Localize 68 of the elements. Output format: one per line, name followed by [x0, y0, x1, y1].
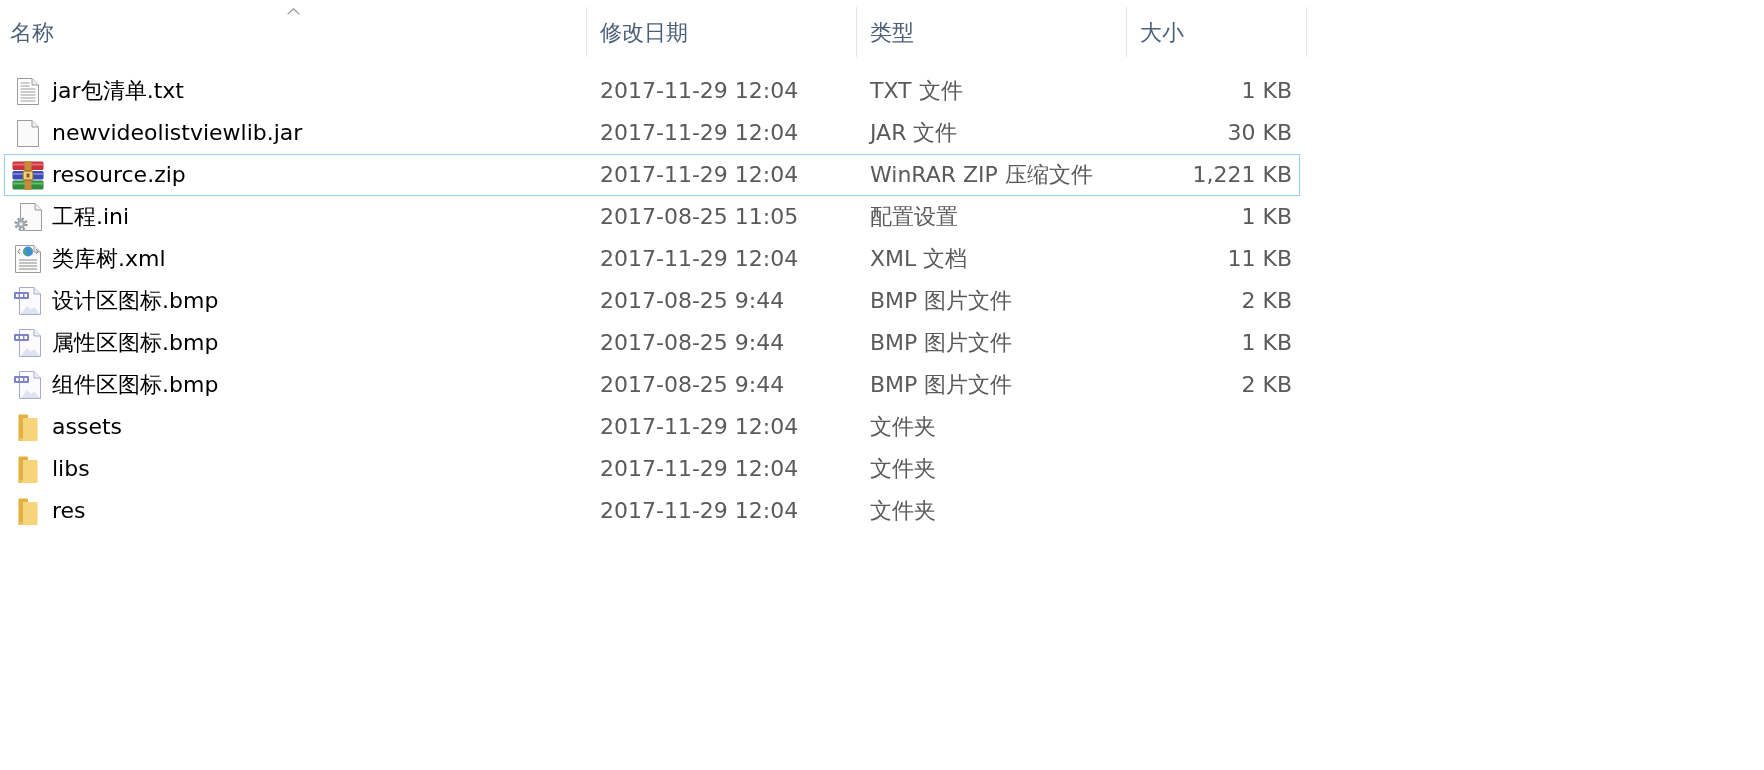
file-size: 30 KB: [1227, 120, 1292, 145]
file-size: 1,221 KB: [1192, 162, 1292, 187]
text-file-icon: [17, 77, 39, 105]
modified-date: 2017-08-25 9:44: [600, 330, 785, 355]
file-type: BMP 图片文件: [870, 330, 1013, 355]
file-type: 文件夹: [870, 414, 936, 439]
file-type: WinRAR ZIP 压缩文件: [870, 162, 1093, 187]
column-header[interactable]: 名称: [0, 7, 587, 57]
file-size: 2 KB: [1241, 288, 1292, 313]
column-header[interactable]: 大小: [1127, 7, 1307, 57]
sort-caret-icon: [286, 8, 300, 15]
column-header[interactable]: 类型: [857, 7, 1127, 57]
file-name: 类库树.xml: [52, 245, 166, 273]
file-name: 属性区图标.bmp: [52, 329, 219, 357]
file-size: 11 KB: [1227, 246, 1292, 271]
modified-date: 2017-08-25 9:44: [600, 288, 785, 313]
folder-icon: [18, 497, 38, 525]
file-type: XML 文档: [870, 246, 968, 271]
modified-date: 2017-11-29 12:04: [600, 246, 799, 271]
image-file-icon: [14, 371, 42, 399]
file-name: 设计区图标.bmp: [52, 287, 219, 315]
globe-file-icon: [15, 245, 41, 273]
file-row[interactable]: 组件区图标.bmp 2017-08-25 9:44 BMP 图片文件 2 KB: [4, 364, 1300, 406]
file-name: jar包清单.txt: [52, 77, 184, 105]
modified-date: 2017-11-29 12:04: [600, 456, 799, 481]
modified-date: 2017-08-25 11:05: [600, 204, 799, 229]
file-row[interactable]: libs 2017-11-29 12:04 文件夹: [4, 448, 1300, 490]
file-type: TXT 文件: [870, 78, 963, 103]
file-row[interactable]: 属性区图标.bmp 2017-08-25 9:44 BMP 图片文件 1 KB: [4, 322, 1300, 364]
modified-date: 2017-11-29 12:04: [600, 498, 799, 523]
file-type: 文件夹: [870, 498, 936, 523]
file-name: 组件区图标.bmp: [52, 371, 219, 399]
file-size: 1 KB: [1241, 78, 1292, 103]
file-size: 2 KB: [1241, 372, 1292, 397]
file-size: 1 KB: [1241, 204, 1292, 229]
gear-file-icon: [14, 203, 42, 231]
file-row[interactable]: res 2017-11-29 12:04 文件夹: [4, 490, 1300, 532]
file-type: 配置设置: [870, 204, 958, 229]
image-file-icon: [14, 329, 42, 357]
folder-icon: [18, 413, 38, 441]
file-name: resource.zip: [52, 161, 186, 189]
file-name: newvideolistviewlib.jar: [52, 119, 303, 147]
image-file-icon: [14, 287, 42, 315]
folder-icon: [18, 455, 38, 483]
file-name: res: [52, 497, 86, 525]
file-type: BMP 图片文件: [870, 372, 1013, 397]
file-size: 1 KB: [1241, 330, 1292, 355]
blank-file-icon: [17, 119, 39, 147]
modified-date: 2017-11-29 12:04: [600, 78, 799, 103]
file-name: libs: [52, 455, 90, 483]
modified-date: 2017-11-29 12:04: [600, 120, 799, 145]
file-row[interactable]: assets 2017-11-29 12:04 文件夹: [4, 406, 1300, 448]
modified-date: 2017-11-29 12:04: [600, 162, 799, 187]
file-name: 工程.ini: [52, 203, 130, 231]
file-type: BMP 图片文件: [870, 288, 1013, 313]
file-name: assets: [52, 413, 123, 441]
file-row[interactable]: 类库树.xml 2017-11-29 12:04 XML 文档 11 KB: [4, 238, 1300, 280]
file-type: JAR 文件: [870, 120, 958, 145]
file-row[interactable]: resource.zip 2017-11-29 12:04 WinRAR ZIP 压缩文件 1,221 KB: [4, 154, 1300, 196]
file-type: 文件夹: [870, 456, 936, 481]
file-row[interactable]: 工程.ini 2017-08-25 11:05 配置设置 1 KB: [4, 196, 1300, 238]
modified-date: 2017-11-29 12:04: [600, 414, 799, 439]
archive-books-icon: [12, 160, 44, 190]
file-row[interactable]: newvideolistviewlib.jar 2017-11-29 12:04 JAR 文件 30 KB: [4, 112, 1300, 154]
column-header[interactable]: 修改日期: [587, 7, 857, 57]
file-row[interactable]: 设计区图标.bmp 2017-08-25 9:44 BMP 图片文件 2 KB: [4, 280, 1300, 322]
modified-date: 2017-08-25 9:44: [600, 372, 785, 397]
file-row[interactable]: jar包清单.txt 2017-11-29 12:04 TXT 文件 1 KB: [4, 70, 1300, 112]
